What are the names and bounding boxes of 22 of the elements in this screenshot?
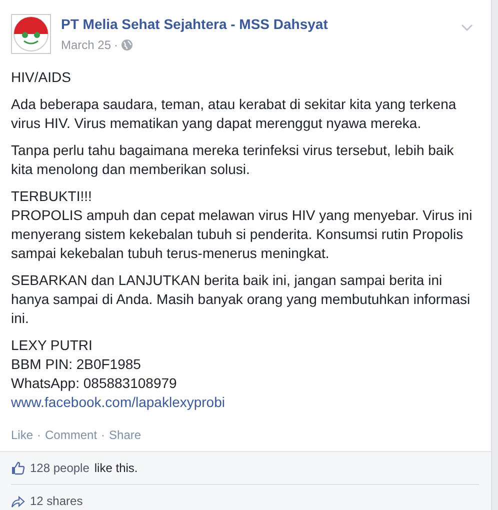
separator-dot: · [114, 38, 118, 52]
shares-link[interactable]: 12 shares [30, 494, 83, 508]
post-text: LEXY PUTRI [11, 336, 94, 355]
post-text: Ada beberapa saudara, teman, atau kerabat di sekitar kita yang terkena virus HIV. Virus mematikan yang dapat merenggut nyawa mereka. [11, 95, 458, 133]
separator-dot: · [101, 428, 106, 442]
post-text: PROPOLIS ampuh dan cepat melawan virus HIV yang menyebar. Virus ini menyerang sistem kekebalan tubuh si penderita. Konsumsi rutin Propolis sampai kekebalan tubuh terus-menerus meningkat. [11, 206, 473, 263]
post-text: BBM PIN: 2B0F1985 [11, 355, 142, 374]
profile-link[interactable]: www.facebook.com/lapaklexyprobi [11, 393, 225, 412]
share-arrow-icon [11, 494, 25, 508]
post-text: TERBUKTI!!! [11, 187, 93, 206]
post-text: SEBARKAN dan LANJUTKAN berita baik ini, jangan sampai berita ini hanya sampai di Anda. Masih banyak orang yang membutuhkan informasi ini. [11, 271, 472, 328]
likes-link[interactable]: 128 people [30, 461, 90, 475]
globe-icon [121, 39, 134, 51]
likes-text: like this. [94, 461, 138, 475]
post-text: WhatsApp: 085883108979 [11, 374, 178, 393]
post-text: HIV/AIDS [11, 68, 72, 87]
post-text: Tanpa perlu tahu bagaimana mereka terinfeksi virus tersebut, lebih baik kita menolong dan memberikan solusi. [11, 141, 455, 179]
page-logo [11, 14, 51, 54]
author-link[interactable]: PT Melia Sehat Sejahtera - MSS Dahsyat [61, 16, 328, 32]
chevron-icon[interactable] [461, 24, 473, 32]
thumbs-up-icon [11, 461, 25, 475]
separator-dot: · [37, 428, 42, 442]
